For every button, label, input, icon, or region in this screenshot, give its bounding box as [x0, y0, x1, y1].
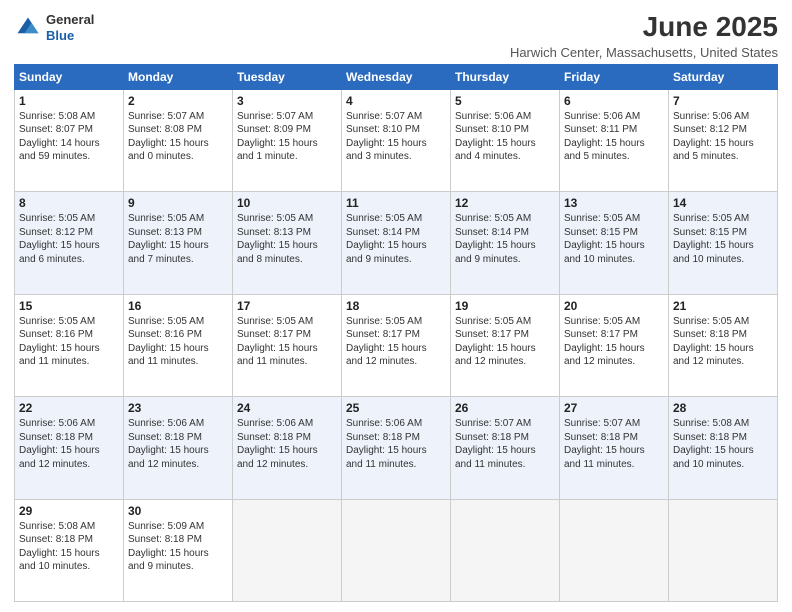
- calendar-day-cell: 19Sunrise: 5:05 AMSunset: 8:17 PMDayligh…: [451, 294, 560, 396]
- calendar-week-row: 22Sunrise: 5:06 AMSunset: 8:18 PMDayligh…: [15, 397, 778, 499]
- day-number: 30: [128, 503, 228, 519]
- calendar-day-cell: 25Sunrise: 5:06 AMSunset: 8:18 PMDayligh…: [342, 397, 451, 499]
- calendar-day-cell: [342, 499, 451, 601]
- calendar-day-cell: 15Sunrise: 5:05 AMSunset: 8:16 PMDayligh…: [15, 294, 124, 396]
- header: General Blue June 2025 Harwich Center, M…: [14, 12, 778, 60]
- logo: General Blue: [14, 12, 94, 43]
- col-header-friday: Friday: [560, 64, 669, 89]
- calendar-day-cell: 7Sunrise: 5:06 AMSunset: 8:12 PMDaylight…: [669, 89, 778, 191]
- calendar-day-cell: 21Sunrise: 5:05 AMSunset: 8:18 PMDayligh…: [669, 294, 778, 396]
- day-number: 13: [564, 195, 664, 211]
- calendar-day-cell: 1Sunrise: 5:08 AMSunset: 8:07 PMDaylight…: [15, 89, 124, 191]
- col-header-monday: Monday: [124, 64, 233, 89]
- col-header-saturday: Saturday: [669, 64, 778, 89]
- day-number: 29: [19, 503, 119, 519]
- calendar-day-cell: 9Sunrise: 5:05 AMSunset: 8:13 PMDaylight…: [124, 192, 233, 294]
- page: General Blue June 2025 Harwich Center, M…: [0, 0, 792, 612]
- day-number: 27: [564, 400, 664, 416]
- calendar-week-row: 1Sunrise: 5:08 AMSunset: 8:07 PMDaylight…: [15, 89, 778, 191]
- calendar-day-cell: 29Sunrise: 5:08 AMSunset: 8:18 PMDayligh…: [15, 499, 124, 601]
- calendar-day-cell: 16Sunrise: 5:05 AMSunset: 8:16 PMDayligh…: [124, 294, 233, 396]
- calendar-day-cell: 26Sunrise: 5:07 AMSunset: 8:18 PMDayligh…: [451, 397, 560, 499]
- day-number: 6: [564, 93, 664, 109]
- calendar-header-row: SundayMondayTuesdayWednesdayThursdayFrid…: [15, 64, 778, 89]
- calendar-week-row: 15Sunrise: 5:05 AMSunset: 8:16 PMDayligh…: [15, 294, 778, 396]
- calendar-day-cell: 23Sunrise: 5:06 AMSunset: 8:18 PMDayligh…: [124, 397, 233, 499]
- day-number: 24: [237, 400, 337, 416]
- day-number: 26: [455, 400, 555, 416]
- col-header-tuesday: Tuesday: [233, 64, 342, 89]
- col-header-sunday: Sunday: [15, 64, 124, 89]
- day-number: 8: [19, 195, 119, 211]
- day-number: 18: [346, 298, 446, 314]
- col-header-wednesday: Wednesday: [342, 64, 451, 89]
- day-number: 17: [237, 298, 337, 314]
- calendar-day-cell: 11Sunrise: 5:05 AMSunset: 8:14 PMDayligh…: [342, 192, 451, 294]
- logo-general-text: General: [46, 12, 94, 28]
- location-title: Harwich Center, Massachusetts, United St…: [510, 45, 778, 60]
- calendar-table: SundayMondayTuesdayWednesdayThursdayFrid…: [14, 64, 778, 602]
- day-number: 22: [19, 400, 119, 416]
- day-number: 1: [19, 93, 119, 109]
- day-number: 28: [673, 400, 773, 416]
- calendar-day-cell: [560, 499, 669, 601]
- title-area: June 2025 Harwich Center, Massachusetts,…: [510, 12, 778, 60]
- day-number: 16: [128, 298, 228, 314]
- calendar-day-cell: [669, 499, 778, 601]
- calendar-day-cell: 3Sunrise: 5:07 AMSunset: 8:09 PMDaylight…: [233, 89, 342, 191]
- calendar-day-cell: 27Sunrise: 5:07 AMSunset: 8:18 PMDayligh…: [560, 397, 669, 499]
- day-number: 5: [455, 93, 555, 109]
- month-title: June 2025: [510, 12, 778, 43]
- calendar-day-cell: [233, 499, 342, 601]
- calendar-week-row: 8Sunrise: 5:05 AMSunset: 8:12 PMDaylight…: [15, 192, 778, 294]
- day-number: 15: [19, 298, 119, 314]
- day-number: 11: [346, 195, 446, 211]
- calendar-day-cell: 30Sunrise: 5:09 AMSunset: 8:18 PMDayligh…: [124, 499, 233, 601]
- day-number: 3: [237, 93, 337, 109]
- calendar-day-cell: 8Sunrise: 5:05 AMSunset: 8:12 PMDaylight…: [15, 192, 124, 294]
- calendar-day-cell: 24Sunrise: 5:06 AMSunset: 8:18 PMDayligh…: [233, 397, 342, 499]
- calendar-day-cell: 12Sunrise: 5:05 AMSunset: 8:14 PMDayligh…: [451, 192, 560, 294]
- day-number: 4: [346, 93, 446, 109]
- calendar-day-cell: 4Sunrise: 5:07 AMSunset: 8:10 PMDaylight…: [342, 89, 451, 191]
- day-number: 19: [455, 298, 555, 314]
- calendar-day-cell: 18Sunrise: 5:05 AMSunset: 8:17 PMDayligh…: [342, 294, 451, 396]
- calendar-day-cell: 5Sunrise: 5:06 AMSunset: 8:10 PMDaylight…: [451, 89, 560, 191]
- day-number: 25: [346, 400, 446, 416]
- day-number: 14: [673, 195, 773, 211]
- day-number: 2: [128, 93, 228, 109]
- day-number: 12: [455, 195, 555, 211]
- calendar-week-row: 29Sunrise: 5:08 AMSunset: 8:18 PMDayligh…: [15, 499, 778, 601]
- calendar-day-cell: 28Sunrise: 5:08 AMSunset: 8:18 PMDayligh…: [669, 397, 778, 499]
- day-number: 20: [564, 298, 664, 314]
- calendar-day-cell: 13Sunrise: 5:05 AMSunset: 8:15 PMDayligh…: [560, 192, 669, 294]
- calendar-day-cell: 10Sunrise: 5:05 AMSunset: 8:13 PMDayligh…: [233, 192, 342, 294]
- calendar-day-cell: 20Sunrise: 5:05 AMSunset: 8:17 PMDayligh…: [560, 294, 669, 396]
- calendar-day-cell: 2Sunrise: 5:07 AMSunset: 8:08 PMDaylight…: [124, 89, 233, 191]
- day-number: 10: [237, 195, 337, 211]
- calendar-day-cell: 22Sunrise: 5:06 AMSunset: 8:18 PMDayligh…: [15, 397, 124, 499]
- logo-blue-text: Blue: [46, 28, 94, 44]
- calendar-day-cell: 14Sunrise: 5:05 AMSunset: 8:15 PMDayligh…: [669, 192, 778, 294]
- col-header-thursday: Thursday: [451, 64, 560, 89]
- day-number: 23: [128, 400, 228, 416]
- day-number: 7: [673, 93, 773, 109]
- day-number: 9: [128, 195, 228, 211]
- logo-icon: [14, 14, 42, 42]
- day-number: 21: [673, 298, 773, 314]
- logo-text: General Blue: [46, 12, 94, 43]
- calendar-day-cell: 17Sunrise: 5:05 AMSunset: 8:17 PMDayligh…: [233, 294, 342, 396]
- calendar-day-cell: [451, 499, 560, 601]
- calendar-day-cell: 6Sunrise: 5:06 AMSunset: 8:11 PMDaylight…: [560, 89, 669, 191]
